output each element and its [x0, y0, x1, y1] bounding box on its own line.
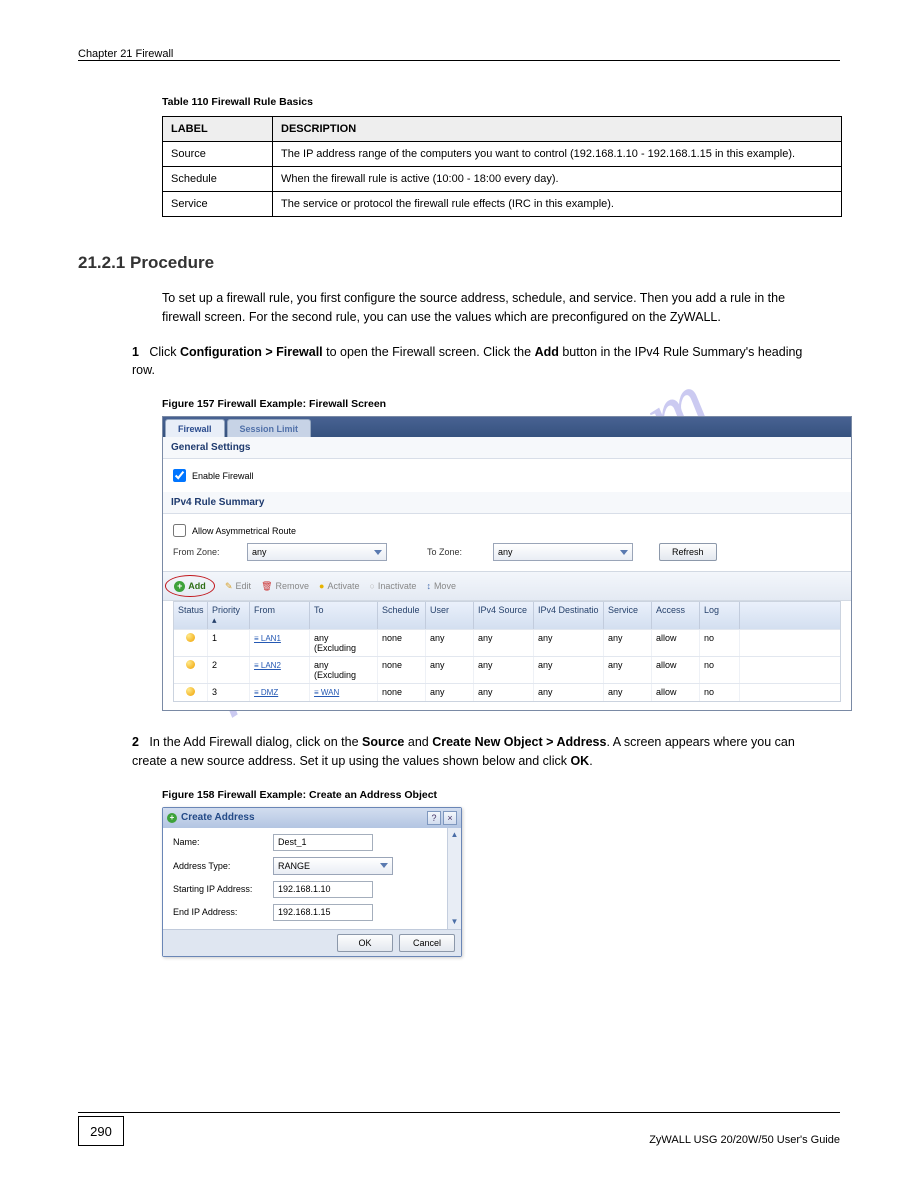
figure-157-caption: Figure 157 Firewall Example: Firewall Sc… — [162, 398, 840, 410]
general-settings-header: General Settings — [163, 437, 851, 459]
th-access[interactable]: Access — [652, 602, 700, 629]
plus-icon: + — [174, 581, 185, 592]
dialog-scrollbar[interactable]: ▲ ▼ — [447, 828, 461, 929]
enable-firewall-label: Enable Firewall — [192, 471, 254, 481]
activate-button[interactable]: ●Activate — [319, 581, 359, 591]
move-icon: ↕ — [426, 581, 431, 591]
bulb-on-icon: ● — [319, 581, 324, 591]
status-bulb-icon — [186, 687, 195, 696]
move-button[interactable]: ↕Move — [426, 581, 456, 591]
chevron-down-icon — [620, 550, 628, 555]
step-2: 2 In the Add Firewall dialog, click on t… — [132, 733, 812, 771]
help-icon[interactable]: ? — [427, 811, 441, 825]
rule-toolbar: + Add ✎Edit 🗑Remove ●Activate ○Inactivat… — [163, 571, 851, 601]
cancel-button[interactable]: Cancel — [399, 934, 455, 952]
start-ip-label: Starting IP Address: — [173, 884, 273, 894]
header-rule — [78, 60, 840, 61]
add-highlight-circle: + Add — [165, 575, 215, 597]
create-address-dialog: + Create Address ? × Name: Address Type:… — [162, 807, 462, 957]
dialog-title: Create Address — [181, 812, 255, 823]
scroll-down-icon[interactable]: ▼ — [448, 915, 461, 929]
end-ip-label: End IP Address: — [173, 907, 273, 917]
zone-link[interactable]: ≡ LAN2 — [254, 661, 281, 670]
enable-firewall-checkbox[interactable] — [173, 469, 186, 482]
footer-rule — [78, 1112, 840, 1113]
zone-link[interactable]: ≡ LAN1 — [254, 634, 281, 643]
rule-row[interactable]: 2 ≡ LAN2 any (Excluding none any any any… — [174, 656, 840, 683]
th-to[interactable]: To — [310, 602, 378, 629]
trash-icon: 🗑 — [261, 581, 272, 592]
remove-button[interactable]: 🗑Remove — [261, 581, 309, 592]
th-user[interactable]: User — [426, 602, 474, 629]
start-ip-input[interactable] — [273, 881, 373, 898]
tabbar: Firewall Session Limit — [163, 417, 851, 437]
firewall-window: Firewall Session Limit General Settings … — [162, 416, 852, 711]
status-bulb-icon — [186, 633, 195, 642]
status-bulb-icon — [186, 660, 195, 669]
zone-link[interactable]: ≡ DMZ — [254, 688, 278, 697]
table-row: Schedule When the firewall rule is activ… — [163, 167, 842, 192]
chevron-down-icon — [380, 863, 388, 868]
zone-link[interactable]: ≡ WAN — [314, 688, 339, 697]
edit-button[interactable]: ✎Edit — [225, 581, 251, 592]
scroll-up-icon[interactable]: ▲ — [448, 828, 461, 842]
table-row: Source The IP address range of the compu… — [163, 142, 842, 167]
th-log[interactable]: Log — [700, 602, 740, 629]
th-schedule[interactable]: Schedule — [378, 602, 426, 629]
labels-table: LABEL DESCRIPTION Source The IP address … — [162, 116, 842, 217]
th-status[interactable]: Status — [174, 602, 208, 629]
tab-session-limit[interactable]: Session Limit — [227, 419, 312, 437]
bulb-off-icon: ○ — [369, 581, 374, 591]
refresh-button[interactable]: Refresh — [659, 543, 717, 561]
th-ipv4-source[interactable]: IPv4 Source — [474, 602, 534, 629]
table-row: Service The service or protocol the fire… — [163, 192, 842, 217]
dialog-titlebar[interactable]: + Create Address ? × — [163, 808, 461, 828]
th-service[interactable]: Service — [604, 602, 652, 629]
from-zone-select[interactable]: any — [247, 543, 387, 561]
name-input[interactable] — [273, 834, 373, 851]
ipv4-summary-header: IPv4 Rule Summary — [163, 492, 851, 514]
plus-icon: + — [167, 813, 177, 823]
col-label: LABEL — [163, 117, 273, 142]
th-from[interactable]: From — [250, 602, 310, 629]
rule-row[interactable]: 3 ≡ DMZ ≡ WAN none any any any any allow… — [174, 683, 840, 701]
col-desc: DESCRIPTION — [273, 117, 842, 142]
rule-row[interactable]: 1 ≡ LAN1 any (Excluding none any any any… — [174, 629, 840, 656]
add-button[interactable]: + Add — [174, 581, 206, 592]
rule-table: Status Priority ▴ From To Schedule User … — [173, 601, 841, 702]
to-zone-select[interactable]: any — [493, 543, 633, 561]
th-priority[interactable]: Priority ▴ — [208, 602, 250, 629]
addr-type-select[interactable]: RANGE — [273, 857, 393, 875]
close-icon[interactable]: × — [443, 811, 457, 825]
tab-firewall[interactable]: Firewall — [165, 419, 225, 437]
asym-route-checkbox[interactable] — [173, 524, 186, 537]
intro-paragraph: To set up a firewall rule, you first con… — [162, 289, 802, 327]
from-zone-label: From Zone: — [173, 547, 237, 557]
inactivate-button[interactable]: ○Inactivate — [369, 581, 416, 591]
step-1: 1 Click Configuration > Firewall to open… — [132, 343, 812, 381]
to-zone-label: To Zone: — [427, 547, 483, 557]
ok-button[interactable]: OK — [337, 934, 393, 952]
addr-type-label: Address Type: — [173, 861, 273, 871]
table-caption: Table 110 Firewall Rule Basics — [162, 96, 840, 108]
asym-route-label: Allow Asymmetrical Route — [192, 526, 296, 536]
th-ipv4-destination[interactable]: IPv4 Destinatio — [534, 602, 604, 629]
chapter-info: Chapter 21 Firewall — [78, 48, 173, 60]
section-heading: 21.2.1 Procedure — [78, 253, 840, 273]
name-label: Name: — [173, 837, 273, 847]
page-number: 290 — [78, 1116, 124, 1146]
chevron-down-icon — [374, 550, 382, 555]
end-ip-input[interactable] — [273, 904, 373, 921]
figure-158-caption: Figure 158 Firewall Example: Create an A… — [162, 789, 840, 801]
pencil-icon: ✎ — [225, 581, 233, 592]
doc-title-footer: ZyWALL USG 20/20W/50 User's Guide — [649, 1134, 840, 1146]
